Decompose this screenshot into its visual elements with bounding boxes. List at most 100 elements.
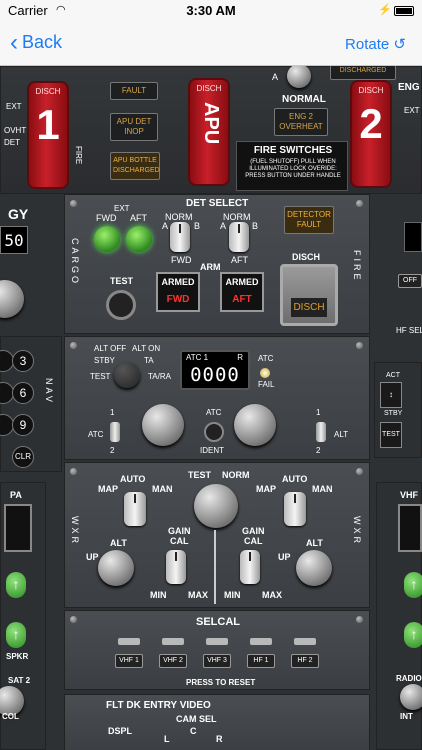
apu-fire-handle[interactable]: DISCH APU xyxy=(188,78,230,186)
dspl-label: DSPL xyxy=(108,726,133,736)
fail-light xyxy=(260,368,270,378)
ext-label: EXT xyxy=(114,204,130,213)
chevron-left-icon: ‹ xyxy=(10,28,18,56)
alt-select-toggle[interactable] xyxy=(316,422,326,442)
wxr-vert-left: WXR xyxy=(70,516,80,546)
off-button[interactable]: OFF xyxy=(398,274,422,288)
keypad-key-clr[interactable]: CLR xyxy=(12,446,34,468)
rotate-button[interactable]: Rotate ↺ xyxy=(345,35,406,53)
keypad-key-3[interactable]: 3 xyxy=(12,350,34,372)
charging-icon: ⚡ xyxy=(378,4,392,16)
engine-1-fire-handle[interactable]: DISCH 1 xyxy=(27,81,69,189)
aft-ext-light xyxy=(126,226,152,252)
a-left-label: A xyxy=(162,221,169,231)
vhf-button[interactable] xyxy=(398,504,422,552)
det-label: DET xyxy=(4,138,20,147)
atc-select-toggle[interactable] xyxy=(110,422,120,442)
handle-2-disch: DISCH xyxy=(358,86,384,95)
ident-atc-label: ATC xyxy=(206,408,222,417)
fire-vert-left: FIRE xyxy=(74,146,83,165)
cam-sel-label: CAM SEL xyxy=(176,714,217,724)
cal-left-label: CAL xyxy=(170,536,189,546)
cam-c-label: C xyxy=(190,726,197,736)
aft-det-select-knob[interactable] xyxy=(229,222,249,252)
apu-handle-label: APU xyxy=(200,102,222,145)
fwd-light-label: FWD xyxy=(96,213,117,223)
disch-title-label: DISCH xyxy=(292,252,321,262)
left-edge-knob[interactable] xyxy=(0,280,24,318)
stby-label: STBY xyxy=(94,356,115,365)
cargo-test-button[interactable] xyxy=(106,290,136,320)
apu-det-inop-annunciator: APU DET INOP xyxy=(110,113,158,141)
green-up-button-3[interactable]: ↑ xyxy=(404,572,422,598)
keypad-key-6[interactable]: 6 xyxy=(12,382,34,404)
selcal-hf1-button[interactable]: HF 1 xyxy=(247,654,275,668)
wxr-test-knob[interactable] xyxy=(194,484,238,528)
selcal-vhf1-button[interactable]: VHF 1 xyxy=(115,654,143,668)
man-left-label: MAN xyxy=(152,484,173,494)
screw xyxy=(70,200,77,207)
alt-left-label: ALT xyxy=(110,538,127,548)
atc-code-knob-left[interactable] xyxy=(142,404,184,446)
cam-l-label: L xyxy=(164,734,170,744)
norm-right-label: NORM xyxy=(223,212,251,222)
selcal-vhf2-button[interactable]: VHF 2 xyxy=(159,654,187,668)
fire-switches-text: (FUEL SHUTOFF) PULL WHEN ILLUMINATED LOC… xyxy=(245,159,341,179)
cargo-disch-button[interactable]: DISCH xyxy=(280,264,338,326)
atc-light-label: ATC xyxy=(258,354,274,363)
atc-code-value: 0000 xyxy=(190,364,240,386)
gain-knob-right[interactable] xyxy=(240,550,260,584)
wxr-mode-knob-left[interactable] xyxy=(124,492,146,526)
det-select-label: DET SELECT xyxy=(186,198,249,209)
armed-aft-button[interactable]: ARMED AFT xyxy=(220,272,264,312)
fwd-det-select-knob[interactable] xyxy=(170,222,190,252)
man-right-label: MAN xyxy=(312,484,333,494)
radio-test-button[interactable]: TEST xyxy=(380,422,402,448)
normal-label: NORMAL xyxy=(282,94,326,105)
discharged-annunciator: DISCHARGED xyxy=(330,66,396,80)
armed-fwd-top: ARMED xyxy=(161,277,195,287)
sat2-label: SAT 2 xyxy=(8,676,31,685)
selcal-vhf3-button[interactable]: VHF 3 xyxy=(203,654,231,668)
atc-code-knob-right[interactable] xyxy=(234,404,276,446)
up-left-label: UP xyxy=(86,552,99,562)
status-time: 3:30 AM xyxy=(186,3,236,18)
green-up-button-4[interactable]: ↑ xyxy=(404,622,422,648)
act-label: ACT xyxy=(386,372,400,379)
selcal-lamp-hf1 xyxy=(250,638,272,645)
fire-vert-right: FIRE xyxy=(352,250,362,283)
battery-icon xyxy=(394,6,414,16)
engine-2-fire-handle[interactable]: DISCH 2 xyxy=(350,80,392,188)
wxr-mode-knob-right[interactable] xyxy=(284,492,306,526)
gain-knob-left[interactable] xyxy=(166,550,186,584)
col-label: COL xyxy=(2,712,19,721)
armed-fwd-button[interactable]: ARMED FWD xyxy=(156,272,200,312)
keypad-key-9[interactable]: 9 xyxy=(12,414,34,436)
mode-selector-knob[interactable] xyxy=(114,362,140,388)
green-up-button-2[interactable]: ↑ xyxy=(6,622,26,648)
b-left-label: B xyxy=(194,221,201,231)
alt-off-label: ALT OFF xyxy=(94,344,127,353)
ident-button[interactable] xyxy=(204,422,224,442)
atc-display-header: ATC 1 xyxy=(186,353,208,362)
ovht-label: OVHT xyxy=(4,126,27,135)
handle-1-disch: DISCH xyxy=(35,87,61,96)
green-up-button-1[interactable]: ↑ xyxy=(6,572,26,598)
radio-knob[interactable] xyxy=(400,684,422,710)
tilt-knob-right[interactable] xyxy=(296,550,332,586)
back-button[interactable]: ‹ Back xyxy=(10,28,62,56)
two-right-label: 2 xyxy=(316,446,321,455)
gain-left-label: GAIN xyxy=(168,526,191,536)
selcal-hf2-button[interactable]: HF 2 xyxy=(291,654,319,668)
two-left-label: 2 xyxy=(110,446,115,455)
min-right-label: MIN xyxy=(224,590,241,600)
rotate-label: Rotate xyxy=(345,36,390,53)
transfer-button[interactable]: ↕ xyxy=(380,382,402,408)
fire-switches-placard: FIRE SWITCHES (FUEL SHUTOFF) PULL WHEN I… xyxy=(236,141,348,191)
tilt-knob-left[interactable] xyxy=(98,550,134,586)
video-title: FLT DK ENTRY VIDEO xyxy=(106,700,211,711)
screw xyxy=(356,468,363,475)
pa-button[interactable] xyxy=(4,504,32,552)
selcal-title: SELCAL xyxy=(196,616,240,628)
one-left-label: 1 xyxy=(110,408,115,417)
